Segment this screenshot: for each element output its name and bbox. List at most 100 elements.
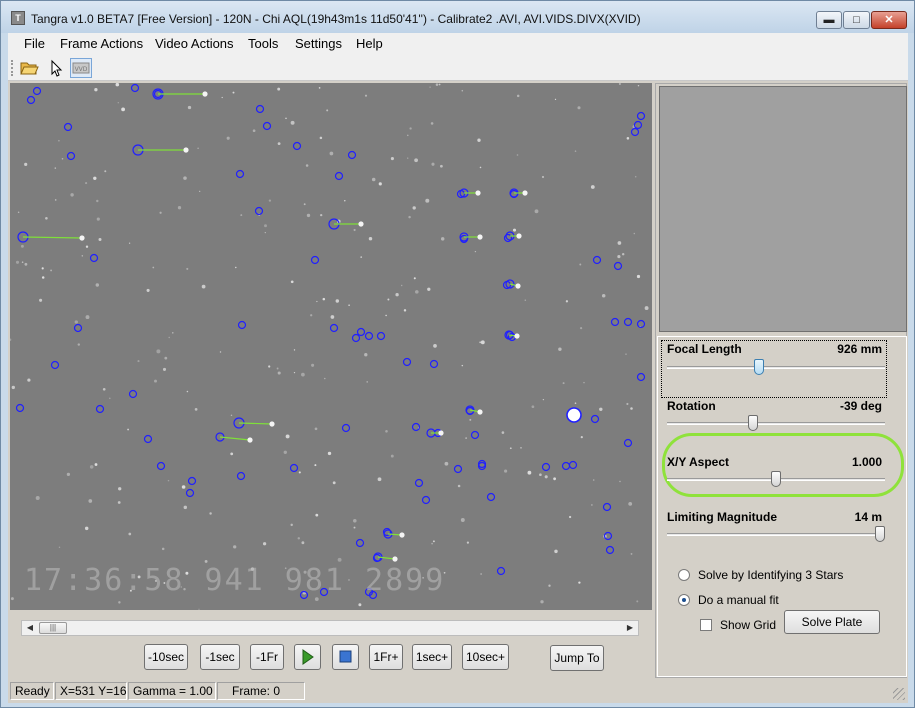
plus-10sec-button[interactable]: 10sec+ bbox=[462, 644, 509, 670]
scroll-left-arrow-icon[interactable]: ◀ bbox=[22, 621, 38, 635]
show-grid-checkbox[interactable] bbox=[700, 619, 712, 631]
solve-identifying-label[interactable]: Solve by Identifying 3 Stars bbox=[698, 568, 843, 582]
star-marker bbox=[605, 545, 615, 555]
background-star bbox=[433, 344, 437, 348]
star-marker bbox=[592, 255, 602, 265]
background-star bbox=[577, 106, 581, 110]
background-star bbox=[565, 300, 569, 303]
solve-plate-button[interactable]: Solve Plate bbox=[784, 610, 880, 634]
minus-1fr-button[interactable]: -1Fr bbox=[250, 644, 284, 670]
plus-1sec-button[interactable]: 1sec+ bbox=[412, 644, 452, 670]
background-star bbox=[574, 150, 577, 152]
limiting-magnitude-thumb[interactable] bbox=[875, 526, 885, 542]
background-star bbox=[590, 185, 595, 189]
rotation-thumb[interactable] bbox=[748, 415, 758, 431]
menu-video-actions[interactable]: Video Actions bbox=[155, 36, 234, 51]
scroll-right-arrow-icon[interactable]: ▶ bbox=[622, 621, 638, 635]
background-star bbox=[527, 470, 532, 475]
video-frame-view[interactable]: 17:36:58 941 981 2899 bbox=[10, 83, 652, 610]
minus-10sec-button[interactable]: -10sec bbox=[144, 644, 188, 670]
xy-aspect-thumb[interactable] bbox=[771, 471, 781, 487]
background-star bbox=[626, 137, 630, 140]
star-marker bbox=[633, 120, 643, 130]
catalog-star bbox=[183, 147, 189, 153]
focal-length-thumb[interactable] bbox=[754, 359, 764, 375]
menu-file[interactable]: File bbox=[24, 36, 45, 51]
scrollbar-thumb[interactable]: ||| bbox=[39, 622, 67, 634]
background-star bbox=[408, 215, 411, 219]
background-star bbox=[431, 542, 433, 545]
background-star bbox=[93, 176, 97, 180]
status-bar: Ready X=531 Y=16 Gamma = 1.00 Frame: 0 bbox=[8, 680, 908, 703]
minimize-icon: ▬ bbox=[823, 14, 835, 26]
catalog-star bbox=[477, 409, 483, 415]
background-star bbox=[219, 351, 222, 353]
background-star bbox=[187, 105, 192, 110]
menu-settings[interactable]: Settings bbox=[295, 36, 342, 51]
focal-length-track[interactable] bbox=[667, 359, 885, 375]
background-star bbox=[85, 315, 90, 320]
play-button[interactable] bbox=[294, 644, 321, 670]
toolbar: VVD bbox=[8, 55, 908, 81]
background-star bbox=[198, 608, 200, 610]
star-marker bbox=[411, 422, 421, 432]
rotation-track[interactable] bbox=[667, 415, 885, 431]
title-bar[interactable]: T Tangra v1.0 BETA7 [Free Version] - 120… bbox=[1, 1, 914, 33]
background-star bbox=[168, 336, 170, 339]
background-star bbox=[94, 88, 98, 92]
background-star bbox=[74, 320, 78, 324]
star-marker bbox=[636, 372, 646, 382]
catalog-star bbox=[79, 235, 85, 241]
tangra-app-icon[interactable]: T bbox=[11, 11, 25, 25]
maximize-button[interactable]: □ bbox=[843, 11, 870, 29]
background-star bbox=[580, 436, 583, 439]
background-star bbox=[438, 83, 441, 86]
background-star bbox=[102, 387, 106, 391]
manual-fit-label[interactable]: Do a manual fit bbox=[698, 593, 779, 607]
background-star bbox=[371, 177, 376, 182]
resize-grip[interactable] bbox=[893, 688, 905, 700]
background-star bbox=[435, 83, 439, 86]
xy-aspect-track[interactable] bbox=[667, 471, 885, 487]
background-star bbox=[479, 341, 482, 344]
background-star bbox=[293, 371, 296, 374]
close-button[interactable]: ✕ bbox=[871, 11, 907, 29]
background-star bbox=[240, 214, 243, 217]
solve-identifying-radio[interactable] bbox=[678, 569, 690, 581]
star-marker bbox=[496, 566, 506, 576]
menu-frame-actions[interactable]: Frame Actions bbox=[60, 36, 143, 51]
background-star bbox=[154, 379, 157, 383]
menu-help[interactable]: Help bbox=[356, 36, 383, 51]
background-star bbox=[137, 360, 140, 363]
background-star bbox=[10, 338, 12, 341]
frame-scrollbar[interactable]: ◀ ||| ▶ bbox=[21, 620, 639, 636]
open-file-button[interactable] bbox=[18, 58, 40, 78]
background-star bbox=[301, 372, 305, 377]
manual-fit-radio[interactable] bbox=[678, 594, 690, 606]
select-pointer-button[interactable] bbox=[45, 58, 67, 78]
focal-length-label: Focal Length bbox=[667, 342, 742, 356]
star-marker bbox=[355, 538, 365, 548]
background-star bbox=[293, 349, 296, 351]
background-star bbox=[403, 309, 407, 312]
star-marker bbox=[376, 331, 386, 341]
limiting-magnitude-track[interactable] bbox=[667, 526, 885, 542]
jump-to-button[interactable]: Jump To bbox=[550, 645, 604, 671]
plus-1fr-button[interactable]: 1Fr+ bbox=[369, 644, 403, 670]
minimize-button[interactable]: ▬ bbox=[816, 11, 842, 29]
star-marker bbox=[185, 488, 195, 498]
background-star bbox=[117, 101, 120, 104]
toolbar-grip[interactable] bbox=[11, 60, 14, 76]
background-star bbox=[633, 232, 636, 235]
menu-tools[interactable]: Tools bbox=[248, 36, 278, 51]
star-marker bbox=[630, 127, 640, 137]
minus-1sec-button[interactable]: -1sec bbox=[200, 644, 240, 670]
background-star bbox=[479, 166, 482, 169]
video-mode-button[interactable]: VVD bbox=[70, 58, 92, 78]
show-grid-label[interactable]: Show Grid bbox=[720, 618, 776, 632]
star-marker bbox=[32, 86, 42, 96]
star-marker bbox=[341, 423, 351, 433]
background-star bbox=[316, 300, 318, 303]
stop-button[interactable] bbox=[332, 644, 359, 670]
background-star bbox=[553, 477, 556, 481]
